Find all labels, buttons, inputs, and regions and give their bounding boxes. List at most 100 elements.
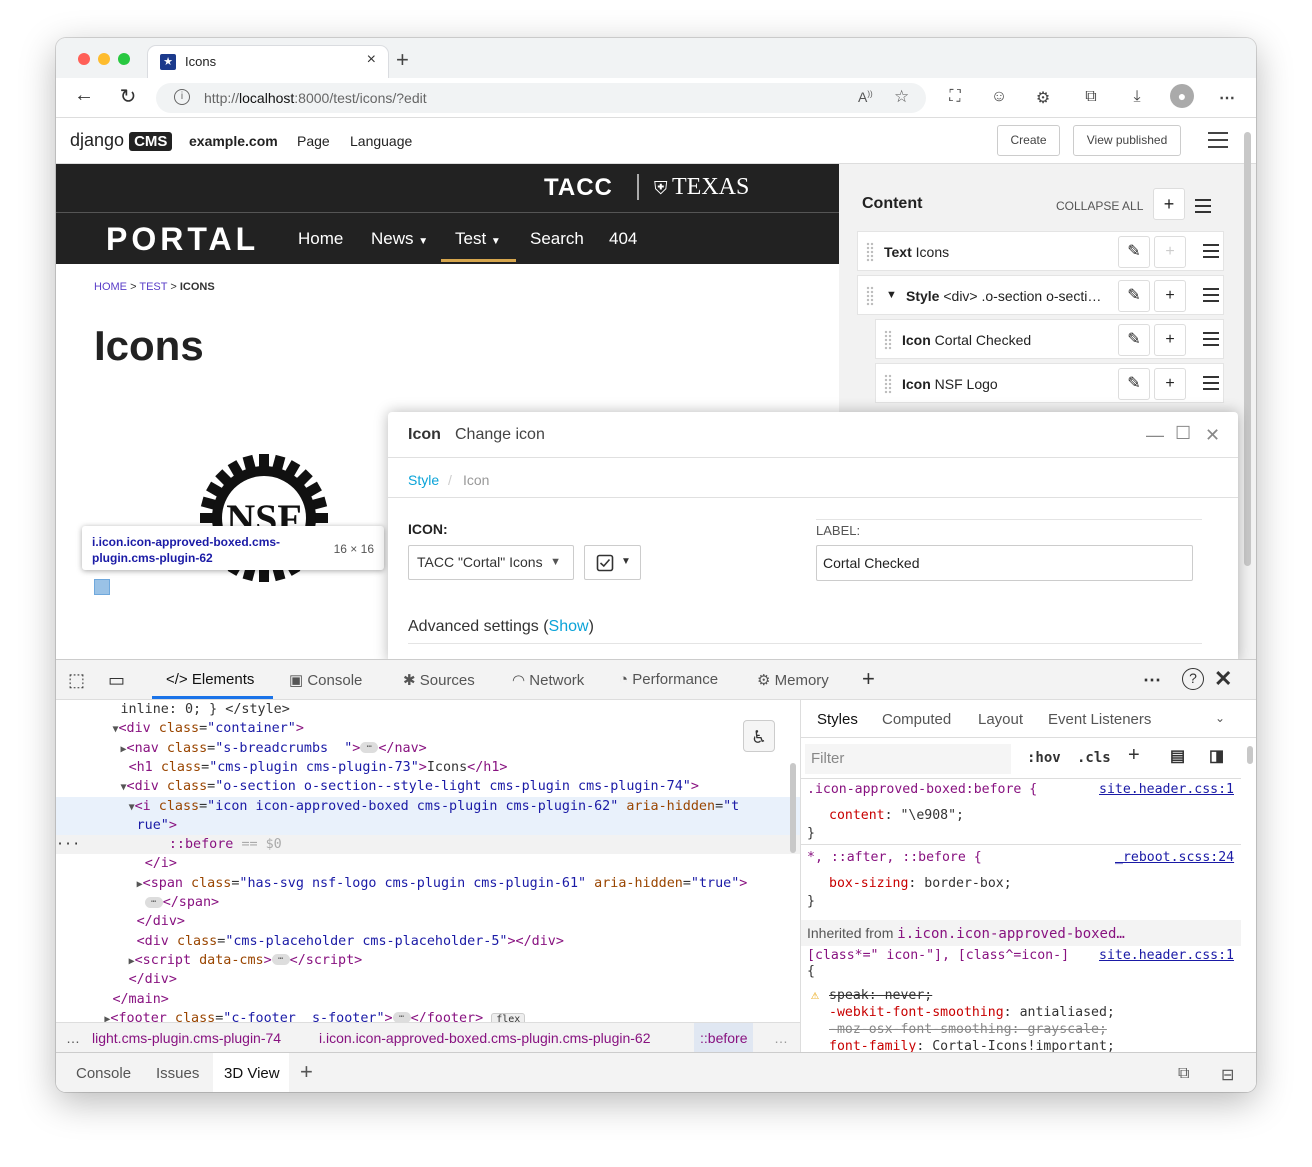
plugin-row-icon-nsf[interactable]: Icon NSF Logo ✎ + (875, 363, 1224, 403)
more-menu-icon[interactable]: ⋯ (1216, 88, 1238, 108)
elements-scrollbar[interactable] (790, 763, 796, 853)
read-aloud-icon[interactable]: A)) (858, 89, 873, 105)
paint-brush-icon[interactable]: ▤ (1170, 746, 1185, 766)
add-child-icon[interactable]: + (1154, 236, 1186, 268)
dom-line[interactable]: <div class="cms-placeholder cms-placehol… (56, 932, 800, 951)
drag-handle-icon[interactable] (866, 242, 874, 262)
dom-line[interactable]: <h1 class="cms-plugin cms-plugin-73">Ico… (56, 758, 800, 777)
icon-picker-select[interactable]: ▼ (584, 545, 641, 580)
add-drawer-tab-plus-icon[interactable]: + (300, 1059, 313, 1085)
toggle-sidebar-icon[interactable]: ◨ (1209, 746, 1224, 766)
crumb-item[interactable]: light.cms-plugin.cms-plugin-74 (92, 1030, 281, 1046)
nav-home[interactable]: Home (298, 229, 343, 249)
new-tab-icon[interactable]: + (396, 47, 409, 73)
django-cms-logo[interactable]: django CMS (70, 130, 173, 151)
site-menu[interactable]: example.com (189, 133, 278, 149)
zoom-window-button[interactable] (118, 53, 130, 65)
drag-handle-icon[interactable] (884, 374, 892, 394)
menu-icon[interactable] (1195, 199, 1211, 213)
url-text[interactable]: http://localhost:8000/test/icons/?edit (204, 90, 427, 106)
close-tab-icon[interactable]: × (367, 51, 376, 69)
view-published-button[interactable]: View published (1073, 125, 1181, 156)
plugin-row-style[interactable]: ▼ Style <div> .o-section o-secti… ✎ + (857, 275, 1224, 315)
page-scrollbar[interactable] (1244, 132, 1251, 566)
edit-pencil-icon[interactable]: ✎ (1118, 368, 1150, 400)
add-child-icon[interactable]: + (1154, 280, 1186, 312)
dom-line[interactable]: ⋯ </span> (56, 893, 800, 912)
close-drawer-icon[interactable]: ⊟ (1221, 1065, 1234, 1085)
edit-pencil-icon[interactable]: ✎ (1118, 324, 1150, 356)
tab-event-listeners[interactable]: Event Listeners (1048, 711, 1151, 728)
info-icon[interactable]: i (174, 89, 190, 105)
downloads-icon[interactable]: ⤓ (1126, 88, 1148, 108)
screenshot-icon[interactable]: ⛶ (944, 88, 966, 108)
dom-line[interactable]: </i> (56, 854, 800, 873)
tab-layout[interactable]: Layout (978, 711, 1023, 728)
page-menu[interactable]: Page (297, 133, 330, 149)
collapse-triangle-icon[interactable]: ▼ (886, 289, 897, 301)
accessibility-icon[interactable]: ♿ (743, 720, 775, 752)
approved-boxed-icon[interactable] (94, 579, 110, 595)
dom-line-pseudo[interactable]: ··· ::before == $0 (56, 835, 800, 855)
maximize-icon[interactable]: ☐ (1175, 423, 1191, 444)
dom-line[interactable]: ▼<div class="container"> (56, 719, 800, 738)
styles-scrollbar[interactable] (1247, 746, 1253, 764)
icon-set-select[interactable]: TACC "Cortal" Icons ▼ (408, 545, 574, 580)
edit-pencil-icon[interactable]: ✎ (1118, 280, 1150, 312)
add-child-icon[interactable]: + (1154, 368, 1186, 400)
more-tabs-plus-icon[interactable]: + (862, 666, 875, 692)
collapse-all-button[interactable]: COLLAPSE ALL (1056, 199, 1143, 213)
dom-line-selected[interactable]: rue"> (56, 815, 800, 835)
nav-test[interactable]: Test ▼ (455, 229, 501, 249)
dock-icon[interactable]: ⧉ (1178, 1065, 1189, 1083)
breadcrumb-style-link[interactable]: Style (408, 472, 439, 488)
menu-icon[interactable] (1203, 288, 1219, 302)
drawer-tab-console[interactable]: Console (76, 1065, 131, 1082)
crumb-test[interactable]: TEST (139, 281, 167, 293)
nav-search[interactable]: Search (530, 229, 584, 249)
tab-styles[interactable]: Styles (817, 711, 858, 728)
drag-handle-icon[interactable] (866, 286, 874, 306)
source-link[interactable]: site.header.css:1 (1099, 948, 1234, 963)
dom-line[interactable]: ▶<footer class="c-footer s-footer"> ⋯ </fo… (56, 1009, 800, 1022)
back-arrow-icon[interactable]: ← (70, 84, 98, 107)
drawer-tab-issues[interactable]: Issues (156, 1065, 199, 1082)
label-input[interactable]: Cortal Checked (816, 545, 1193, 581)
ut-texas-logo[interactable]: ⛨ TEXAS (654, 174, 749, 201)
tab-elements[interactable]: </> Elements (166, 671, 254, 688)
portal-logo[interactable]: PORTAL (106, 221, 259, 258)
drag-handle-icon[interactable] (884, 330, 892, 350)
crumb-overflow[interactable]: … (774, 1030, 788, 1046)
drawer-tab-3d-view[interactable]: 3D View (224, 1065, 280, 1082)
inherited-selector-link[interactable]: i.icon.icon-approved-boxed… (897, 926, 1125, 942)
dom-line[interactable]: </div> (56, 970, 800, 989)
crumb-overflow[interactable]: … (66, 1030, 80, 1046)
source-link[interactable]: site.header.css:1 (1099, 782, 1234, 797)
close-devtools-icon[interactable]: ✕ (1214, 666, 1232, 692)
tab-network[interactable]: ◠ Network (512, 671, 584, 689)
nav-news[interactable]: News ▼ (371, 229, 428, 249)
close-window-button[interactable] (78, 53, 90, 65)
inspect-element-icon[interactable]: ⬚ (68, 670, 85, 691)
dom-line[interactable]: ▶<span class="has-svg nsf-logo cms-plugi… (56, 874, 800, 893)
device-emulation-icon[interactable]: ▭ (108, 670, 125, 691)
close-icon[interactable]: ✕ (1205, 425, 1220, 446)
minimize-window-button[interactable] (98, 53, 110, 65)
collections-icon[interactable]: ⧉ (1080, 88, 1102, 108)
tab-computed[interactable]: Computed (882, 711, 951, 728)
minimize-icon[interactable]: — (1146, 425, 1164, 446)
dom-line-selected[interactable]: ▼<i class="icon icon-approved-boxed cms-… (56, 796, 800, 816)
reload-icon[interactable]: ↻ (114, 84, 142, 109)
extensions-icon[interactable]: ⚙ (1032, 88, 1054, 108)
dom-line[interactable]: ▶<script data-cms> ⋯ </script> (56, 951, 800, 970)
dom-line[interactable]: ▶<nav class="s-breadcrumbs "> ⋯ </nav> (56, 739, 800, 758)
crumb-home[interactable]: HOME (94, 281, 127, 293)
profile-extension-icon[interactable]: ☺ (988, 88, 1010, 108)
browser-tab[interactable]: ★ Icons × (148, 46, 388, 78)
menu-icon[interactable] (1203, 376, 1219, 390)
plugin-row-icon-cortal[interactable]: Icon Cortal Checked ✎ + (875, 319, 1224, 359)
styles-filter-input[interactable]: Filter (805, 744, 1011, 774)
edit-pencil-icon[interactable]: ✎ (1118, 236, 1150, 268)
new-rule-plus-icon[interactable]: + (1128, 744, 1140, 767)
language-menu[interactable]: Language (350, 133, 412, 149)
